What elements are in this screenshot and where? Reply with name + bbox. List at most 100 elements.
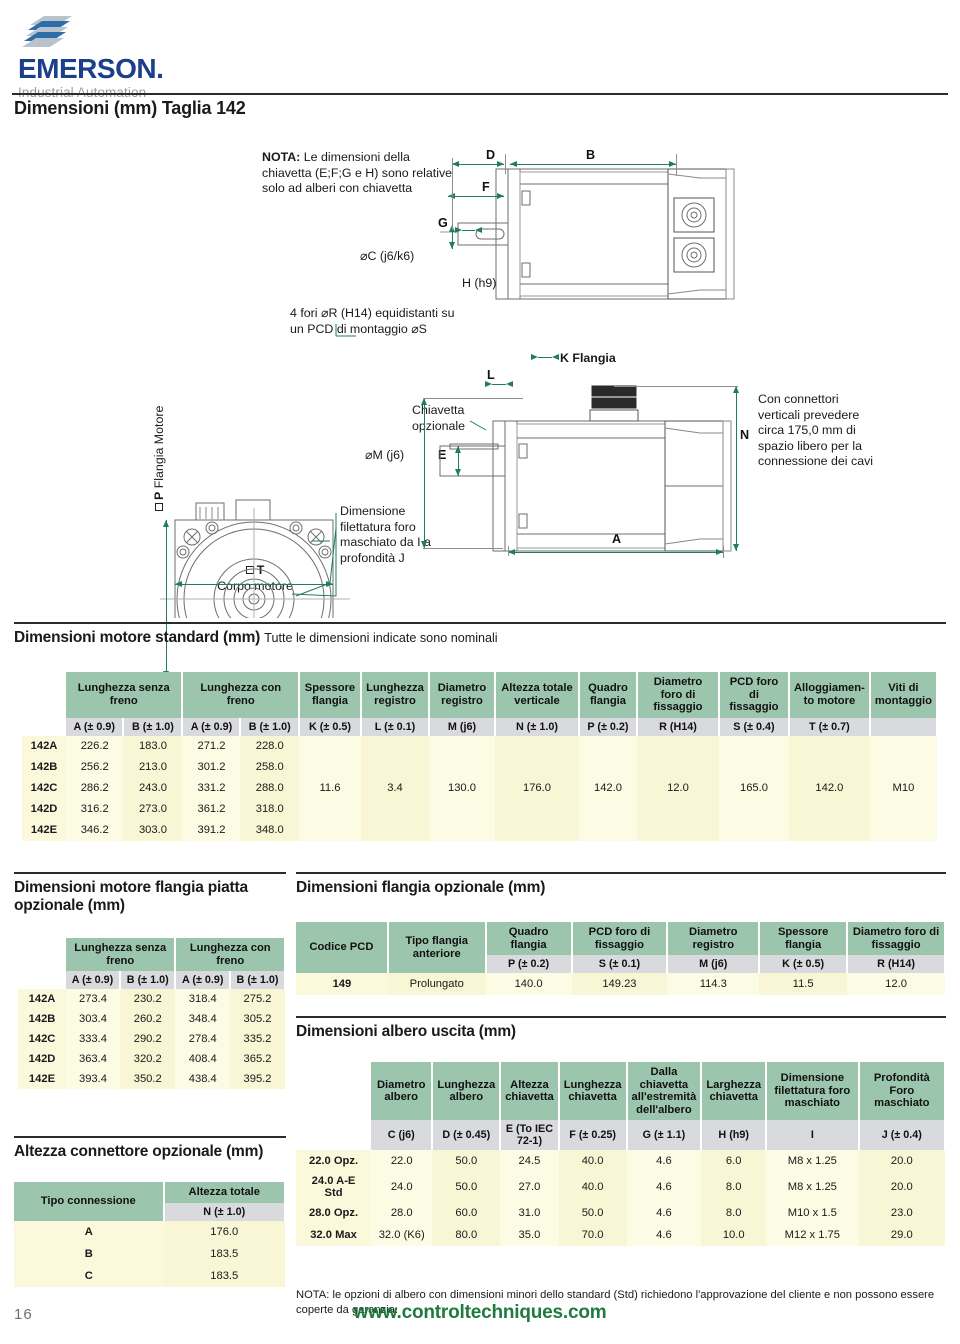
merged-cell-viti: M10 — [869, 735, 937, 841]
cell: Prolungato — [387, 973, 486, 996]
cell: M12 x 1.75 — [766, 1224, 859, 1247]
symbol-A-senza: A (± 0.9) — [66, 717, 125, 736]
standard-table-body: 142A 226.2 183.0 271.2 228.0 11.6 3.4 13… — [22, 735, 937, 841]
ext-line-6 — [508, 546, 509, 556]
row-label-32: 32.0 Max — [296, 1224, 372, 1247]
symbol-G: G (± 1.1) — [626, 1120, 703, 1151]
cell: 303.4 — [66, 1009, 120, 1030]
header-altezza-totale: Altezza totale — [163, 1182, 286, 1203]
group-diametro-registro: Diametro registro — [428, 672, 496, 718]
section-heading-connector-height: Altezza connettore opzionale (mm) — [14, 1143, 264, 1160]
cell: 275.2 — [230, 989, 285, 1010]
dim-arrow-N — [732, 386, 739, 551]
dim-arrow-F — [448, 192, 504, 199]
emerson-chevron-logo-icon — [22, 14, 76, 54]
cell: 183.5 — [163, 1264, 285, 1287]
cell: 391.2 — [182, 819, 241, 841]
standard-dimensions-table: Lunghezza senza freno Lunghezza con fren… — [22, 672, 939, 841]
merged-cell-K: 11.6 — [298, 735, 361, 841]
shaft-output-table-body: 22.0 Opz. 22.0 50.0 24.5 40.0 4.6 6.0 M8… — [296, 1150, 945, 1247]
row-label-142E: 142E — [22, 819, 66, 841]
dim-arrow-motor-body — [175, 580, 333, 587]
ext-line-7 — [723, 546, 724, 558]
symbol-P: P (± 0.2) — [578, 717, 638, 736]
row-label-142D: 142D — [22, 798, 66, 820]
cell: 213.0 — [123, 756, 183, 778]
cell: 333.4 — [66, 1029, 120, 1050]
ext-line-3 — [676, 154, 677, 176]
table-symbol-row: C (j6) D (± 0.45) E (To IEC 72-1) F (± 0… — [296, 1120, 947, 1151]
cell: M10 x 1.5 — [766, 1202, 859, 1225]
cell: 286.2 — [66, 777, 124, 799]
connector-height-table: Tipo connessione Altezza totale N (± 1.0… — [14, 1182, 286, 1287]
website-url[interactable]: www.controltechniques.com — [0, 1302, 960, 1324]
cell: 228.0 — [240, 735, 299, 757]
header-tipo-flangia-anteriore: Tipo flangia anteriore — [387, 922, 487, 974]
table-row: 142C 333.4 290.2 278.4 335.2 — [18, 1029, 285, 1050]
row-label-142A: 142A — [18, 989, 66, 1010]
row-label-28: 28.0 Opz. — [296, 1202, 372, 1225]
row-label-22: 22.0 Opz. — [296, 1150, 372, 1173]
section-heading-flat-flange: Dimensioni motore flangia piatta opziona… — [14, 879, 248, 914]
flat-flange-table-body: 142A 273.4 230.2 318.4 275.2 142B 303.4 … — [18, 989, 285, 1090]
cell: 6.0 — [701, 1150, 767, 1173]
cell: 24.5 — [500, 1150, 559, 1173]
group-pcd-foro-fissaggio: PCD foro di fissaggio — [718, 672, 790, 718]
cell: 8.0 — [701, 1202, 767, 1225]
cell: M8 x 1.25 — [766, 1150, 859, 1173]
group-altezza-totale-verticale: Altezza totale verticale — [494, 672, 580, 718]
table-header-group-row: Tipo connessione Altezza totale — [14, 1182, 286, 1221]
cell: 4.6 — [626, 1202, 702, 1225]
row-label-142C: 142C — [18, 1029, 66, 1050]
dim-arrow-M — [420, 398, 427, 548]
group-spessore-flangia: Spessore flangia — [298, 672, 362, 718]
symbol-S: S (± 0.4) — [718, 717, 790, 736]
group-lunghezza-senza-freno: Lunghezza senza freno — [66, 672, 184, 718]
cell: 301.2 — [182, 756, 241, 778]
cell: 348.0 — [240, 819, 299, 841]
dim-arrow-K — [531, 353, 559, 360]
section-standard-dimensions: Dimensioni motore standard (mm) Tutte le… — [14, 622, 946, 647]
symbol-R: R (H14) — [636, 717, 720, 736]
header-pcd-foro-fissaggio: PCD foro di fissaggio — [571, 922, 669, 956]
dim-arrow-G — [455, 226, 482, 233]
merged-cell-M: 130.0 — [428, 735, 495, 841]
cell: 183.0 — [123, 735, 183, 757]
dim-arrow-B — [510, 160, 676, 167]
cell: 365.2 — [230, 1049, 285, 1070]
header-quadro-flangia: Quadro flangia — [485, 922, 573, 956]
cell: 149.23 — [571, 973, 668, 996]
section-shaft-output: Dimensioni albero uscita (mm) — [296, 1016, 946, 1041]
symbol-R: R (H14) — [847, 955, 946, 974]
merged-cell-N: 176.0 — [494, 735, 579, 841]
cell: 22.0 — [371, 1150, 433, 1173]
cell: 320.2 — [119, 1049, 176, 1070]
table-row: 142A 273.4 230.2 318.4 275.2 — [18, 989, 285, 1010]
symbol-K: K (± 0.5) — [759, 955, 849, 974]
cell: 273.0 — [123, 798, 183, 820]
row-label-A: A — [14, 1220, 164, 1243]
cell: 32.0 (K6) — [371, 1224, 433, 1247]
merged-cell-S: 165.0 — [718, 735, 789, 841]
cell: 4.6 — [626, 1172, 702, 1203]
cell: 40.0 — [558, 1150, 627, 1173]
heading-subtext: Tutte le dimensioni indicate sono nomina… — [264, 631, 498, 645]
symbol-I: I — [766, 1120, 860, 1151]
section-connector-height: Altezza connettore opzionale (mm) — [14, 1136, 286, 1161]
cell: 23.0 — [858, 1202, 945, 1225]
cell: 260.2 — [119, 1009, 176, 1030]
cell: 60.0 — [432, 1202, 501, 1225]
cell: 278.4 — [175, 1029, 231, 1050]
row-label-142B: 142B — [22, 756, 66, 778]
symbol-E: E (To IEC 72-1) — [500, 1120, 560, 1151]
table-row: C 183.5 — [14, 1264, 285, 1287]
shaft-output-table: Diametro albero Lunghezza albero Altezza… — [296, 1062, 947, 1247]
group-diametro-foro-fissaggio: Diametro foro di fissaggio — [636, 672, 720, 718]
optional-flange-table: Codice PCD Tipo flangia anteriore Quadro… — [296, 922, 946, 996]
cell: 350.2 — [119, 1069, 176, 1090]
group-lunghezza-registro: Lunghezza registro — [360, 672, 430, 718]
symbol-viti — [869, 717, 939, 736]
symbol-M: M (j6) — [667, 955, 761, 974]
cell: 303.0 — [123, 819, 183, 841]
dim-arrow-E — [454, 446, 461, 476]
